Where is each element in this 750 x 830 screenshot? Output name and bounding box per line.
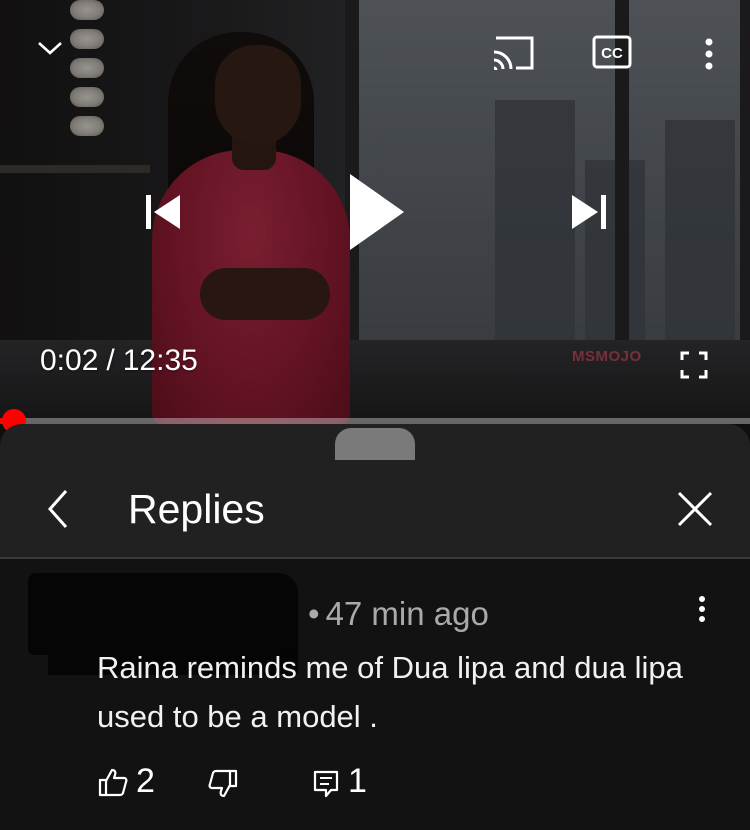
time-separator: / [106,344,115,377]
thumbs-down-icon[interactable] [206,765,240,803]
comment-timestamp: 47 min ago [325,595,489,632]
reply-count: 1 [348,762,367,800]
play-icon[interactable] [340,170,410,254]
comment-meta: • 47 min ago [308,595,489,633]
fullscreen-icon[interactable] [676,348,712,382]
comment-item: • 47 min ago Raina reminds me of Dua lipa… [0,559,750,830]
svg-text:CC: CC [601,45,623,62]
thumbs-up-icon[interactable] [96,763,130,801]
skip-previous-icon[interactable] [140,188,186,236]
chevron-down-icon[interactable] [30,32,70,64]
video-player[interactable]: CC 0:02/12:35 MSMOJO [0,0,750,424]
like-count: 2 [136,762,155,800]
comment-menu-icon[interactable] [690,593,714,625]
comment-text: Raina reminds me of Dua lipa and dua lip… [97,650,683,734]
replies-header: Replies [0,462,750,558]
time-display: 0:02/12:35 [40,344,198,378]
cast-icon[interactable] [488,32,538,76]
drag-handle[interactable] [335,428,415,460]
replies-title: Replies [128,486,265,532]
duration: 12:35 [122,344,198,377]
more-vert-icon[interactable] [696,34,722,74]
chevron-left-icon[interactable] [38,484,78,534]
reply-comment-icon[interactable] [310,765,342,803]
current-time: 0:02 [40,344,99,377]
skip-next-icon[interactable] [566,188,612,236]
captions-cc-icon[interactable]: CC [590,32,634,72]
channel-watermark: MSMOJO [572,348,642,365]
meta-separator: • [308,595,320,632]
comment-actions: 2 1 [0,759,750,809]
close-icon[interactable] [672,486,718,532]
